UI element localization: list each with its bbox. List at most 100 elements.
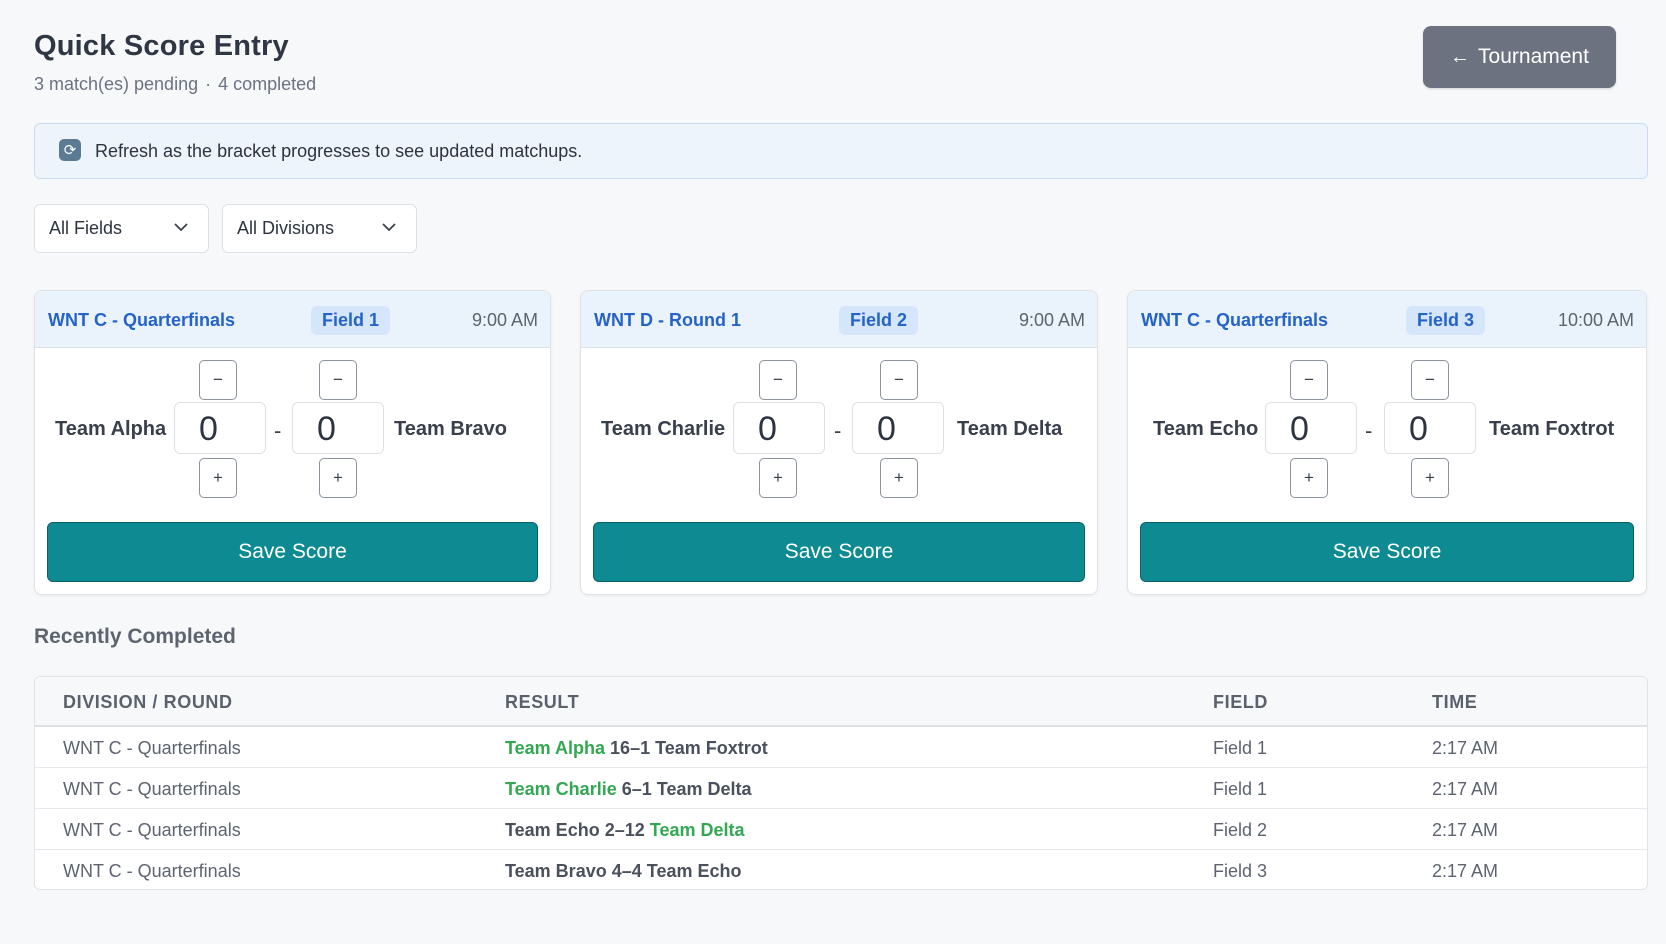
row-result: Team Alpha 16–1 Team Foxtrot	[505, 738, 768, 759]
result-team2: Team Delta	[656, 779, 752, 799]
team2-decrement-button[interactable]: −	[880, 360, 918, 400]
back-to-tournament-button[interactable]: ← Tournament	[1423, 26, 1616, 88]
team2-increment-button[interactable]: +	[880, 458, 918, 498]
row-time: 2:17 AM	[1432, 861, 1499, 881]
header: Quick Score Entry 3 match(es) pending · 4 …	[34, 0, 1632, 110]
row-result: Team Bravo 4–4 Team Echo	[505, 861, 742, 882]
team1-decrement-button[interactable]: −	[199, 360, 237, 400]
row-division: WNT C - Quarterfinals	[63, 779, 241, 799]
row-field: Field 1	[1213, 779, 1268, 799]
completed-matches-table: DIVISION / ROUND RESULT FIELD TIME WNT C…	[34, 676, 1648, 890]
result-team1: Team Echo	[505, 820, 600, 840]
match-card: WNT D - Round 1 Field 2 9:00 AM Team Cha…	[580, 290, 1098, 595]
pending-count: 3 match(es) pending	[34, 74, 199, 94]
team1-name: Team Alpha	[55, 418, 167, 440]
row-division: WNT C - Quarterfinals	[63, 861, 241, 881]
result-team1: Team Charlie	[505, 779, 617, 799]
score-entry: Team Alpha − 0 + - − 0 + Team Bravo	[35, 348, 550, 508]
field-badge: Field 1	[311, 306, 391, 335]
team2-score-input[interactable]: 0	[1384, 402, 1476, 454]
match-summary: 3 match(es) pending · 4 completed	[34, 74, 316, 95]
banner-text: Refresh as the bracket progresses to see…	[95, 140, 583, 161]
row-field: Field 2	[1213, 820, 1268, 840]
team1-increment-button[interactable]: +	[199, 458, 237, 498]
column-header-field: FIELD	[1213, 692, 1268, 712]
field-filter-select[interactable]: All Fields	[34, 204, 209, 253]
division-filter-select[interactable]: All Divisions	[222, 204, 417, 253]
team2-increment-button[interactable]: +	[1411, 458, 1449, 498]
team1-increment-button[interactable]: +	[759, 458, 797, 498]
field-filter-value: All Fields	[49, 218, 123, 238]
match-division: WNT C - Quarterfinals	[48, 310, 236, 330]
team2-decrement-button[interactable]: −	[319, 360, 357, 400]
team2-decrement-button[interactable]: −	[1411, 360, 1449, 400]
save-score-button[interactable]: Save Score	[593, 522, 1085, 582]
team2-name: Team Foxtrot	[1489, 418, 1615, 440]
page-title: Quick Score Entry	[34, 30, 289, 62]
division-filter-value: All Divisions	[237, 218, 335, 238]
row-field: Field 3	[1213, 861, 1268, 881]
refresh-icon: ⟳	[59, 139, 81, 161]
table-body: WNT C - Quarterfinals Team Alpha 16–1 Tea…	[35, 727, 1647, 889]
match-time: 9:00 AM	[1018, 310, 1085, 330]
score-separator: -	[834, 418, 842, 443]
row-time: 2:17 AM	[1432, 738, 1499, 758]
result-team1: Team Alpha	[505, 738, 606, 758]
row-field: Field 1	[1213, 738, 1268, 758]
column-header-division: DIVISION / ROUND	[63, 692, 233, 712]
chevron-down-icon	[174, 223, 188, 232]
score-separator: -	[274, 418, 282, 443]
match-card-header: WNT C - Quarterfinals Field 1 9:00 AM	[35, 291, 550, 348]
table-row: WNT C - Quarterfinals Team Bravo 4–4 Team…	[35, 850, 1647, 889]
result-score: 16–1	[610, 738, 651, 758]
team1-name: Team Charlie	[601, 418, 726, 440]
row-time: 2:17 AM	[1432, 779, 1499, 799]
table-row: WNT C - Quarterfinals Team Echo 2–12 Team…	[35, 809, 1647, 850]
field-badge: Field 3	[1406, 306, 1486, 335]
score-entry: Team Charlie − 0 + - − 0 + Team Delta	[581, 348, 1097, 508]
info-banner: ⟳ Refresh as the bracket progresses to s…	[34, 123, 1648, 179]
result-team2: Team Echo	[646, 861, 742, 881]
table-row: WNT C - Quarterfinals Team Alpha 16–1 Tea…	[35, 727, 1647, 768]
row-division: WNT C - Quarterfinals	[63, 820, 241, 840]
team2-increment-button[interactable]: +	[319, 458, 357, 498]
match-division: WNT C - Quarterfinals	[1141, 310, 1329, 330]
result-team1: Team Bravo	[505, 861, 607, 881]
team2-score-input[interactable]: 0	[292, 402, 384, 454]
page: Quick Score Entry 3 match(es) pending · 4 …	[0, 0, 1666, 110]
chevron-down-icon	[382, 223, 396, 232]
team1-decrement-button[interactable]: −	[759, 360, 797, 400]
row-result: Team Charlie 6–1 Team Delta	[505, 779, 752, 800]
field-badge: Field 2	[839, 306, 919, 335]
team2-name: Team Delta	[957, 418, 1063, 440]
team1-score-input[interactable]: 0	[1265, 402, 1357, 454]
row-time: 2:17 AM	[1432, 820, 1499, 840]
team1-decrement-button[interactable]: −	[1290, 360, 1328, 400]
result-score: 2–12	[604, 820, 645, 840]
team2-name: Team Bravo	[394, 418, 508, 440]
row-result: Team Echo 2–12 Team Delta	[505, 820, 744, 841]
team1-name: Team Echo	[1153, 418, 1259, 440]
team1-score-input[interactable]: 0	[733, 402, 825, 454]
column-header-result: RESULT	[505, 692, 580, 712]
team1-increment-button[interactable]: +	[1290, 458, 1328, 498]
match-time: 9:00 AM	[471, 310, 538, 330]
column-header-time: TIME	[1432, 692, 1478, 712]
match-division: WNT D - Round 1	[594, 310, 741, 330]
match-card: WNT C - Quarterfinals Field 1 9:00 AM Te…	[34, 290, 551, 595]
save-score-button[interactable]: Save Score	[1140, 522, 1634, 582]
team1-score-input[interactable]: 0	[174, 402, 266, 454]
result-score: 4–4	[611, 861, 642, 881]
result-team2: Team Foxtrot	[655, 738, 768, 758]
match-card: WNT C - Quarterfinals Field 3 10:00 AM T…	[1127, 290, 1647, 595]
table-row: WNT C - Quarterfinals Team Charlie 6–1 Te…	[35, 768, 1647, 809]
row-division: WNT C - Quarterfinals	[63, 738, 241, 758]
table-header: DIVISION / ROUND RESULT FIELD TIME	[35, 677, 1647, 727]
arrow-left-icon: ←	[1450, 45, 1471, 68]
save-score-button[interactable]: Save Score	[47, 522, 538, 582]
back-button-label: Tournament	[1478, 45, 1589, 68]
summary-separator: ·	[205, 74, 212, 94]
score-separator: -	[1365, 418, 1373, 443]
team2-score-input[interactable]: 0	[852, 402, 944, 454]
match-card-header: WNT C - Quarterfinals Field 3 10:00 AM	[1128, 291, 1646, 348]
